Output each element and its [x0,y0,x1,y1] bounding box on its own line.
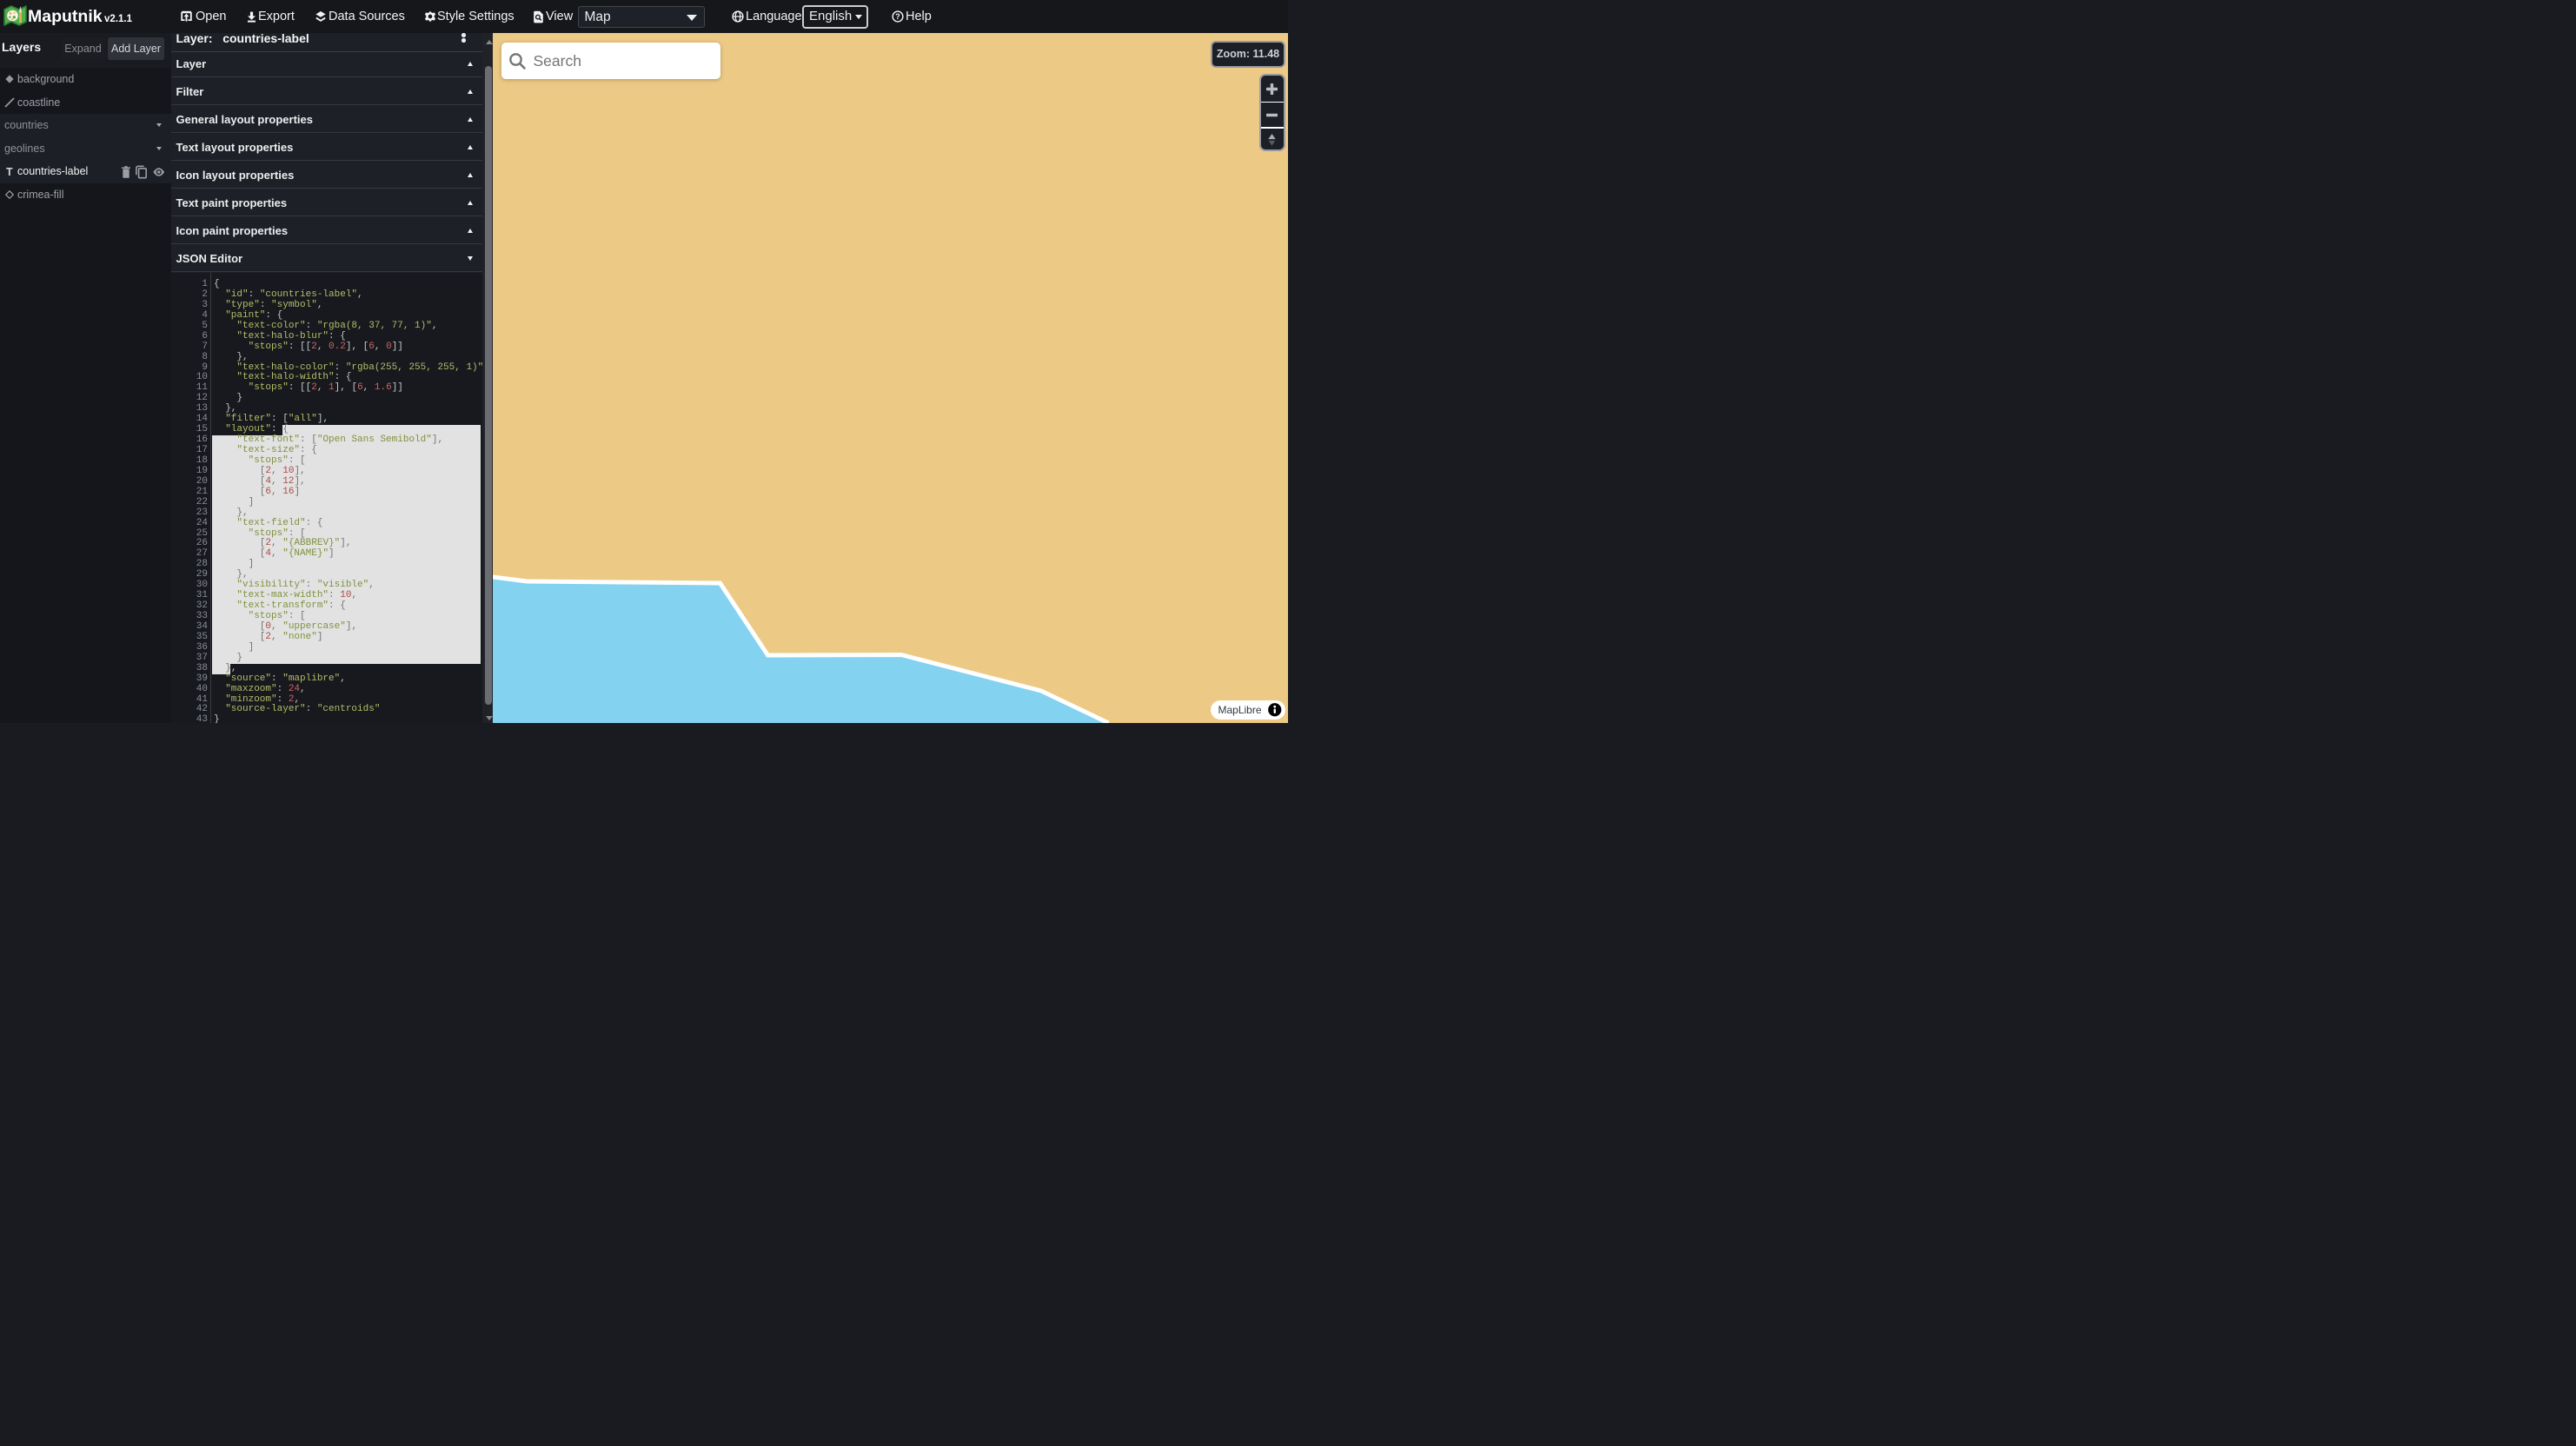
svg-text:?: ? [895,12,900,21]
